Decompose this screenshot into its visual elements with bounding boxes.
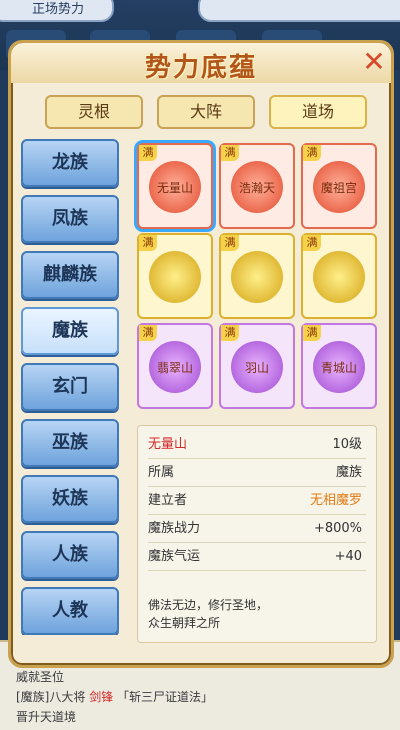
tab-bar: 灵根 大阵 道场 <box>45 95 367 129</box>
log-highlight: 剑锋 <box>89 690 114 704</box>
log-rest: 「斩三尸证道法」 <box>117 690 214 704</box>
max-badge: 满 <box>221 235 239 251</box>
daochang-grid: 满 无量山 满 浩瀚天 满 魔祖宫 满 满 满 满 翡翠山 满 羽山 满 青城山 <box>133 139 377 419</box>
tab-daochang[interactable]: 道场 <box>269 95 367 129</box>
detail-value: +800% <box>313 521 362 536</box>
detail-row-belong: 所属 魔族 <box>148 460 366 487</box>
card-name: 浩瀚天 <box>238 181 275 195</box>
emblem-icon <box>313 251 365 303</box>
detail-row-luck: 魔族气运 +40 <box>148 544 366 571</box>
clan-item[interactable]: 凤族 <box>21 195 119 243</box>
max-badge: 满 <box>303 145 321 161</box>
max-badge: 满 <box>303 325 321 341</box>
detail-value: +40 <box>334 549 362 564</box>
detail-header-row: 无量山 10级 <box>148 432 366 459</box>
card-name: 青城山 <box>320 361 357 375</box>
description-line: 佛法无边，修行圣地， <box>148 598 269 612</box>
emblem-icon <box>231 251 283 303</box>
panel-title: 势力底蕴 <box>144 53 257 83</box>
clan-item[interactable]: 人族 <box>21 531 119 579</box>
max-badge: 满 <box>221 325 239 341</box>
log-clan: [魔族]八大将 <box>16 690 86 704</box>
detail-label: 所属 <box>148 465 175 480</box>
daochang-card[interactable]: 满 翡翠山 <box>137 323 213 409</box>
panel-header: 势力底蕴 ✕ <box>11 43 391 83</box>
description-line: 众生朝拜之所 <box>148 616 221 630</box>
clan-item[interactable]: 妖族 <box>21 475 119 523</box>
clan-item[interactable]: 龙族 <box>21 139 119 187</box>
faction-heritage-panel: 势力底蕴 ✕ 灵根 大阵 道场 龙族 凤族 麒麟族 魔族 玄门 巫族 妖族 人族… <box>8 40 394 668</box>
top-pill: 正场势力 <box>0 0 114 22</box>
max-badge: 满 <box>139 325 157 341</box>
top-pill-text: 正场势力 <box>32 2 85 17</box>
top-pill-icons <box>198 0 400 22</box>
detail-description: 佛法无边，修行圣地， 众生朝拜之所 <box>148 596 366 632</box>
close-icon[interactable]: ✕ <box>361 48 387 76</box>
detail-level: 10级 <box>332 437 362 452</box>
log-line: 威就圣位 <box>16 670 65 684</box>
daochang-card[interactable]: 满 <box>137 233 213 319</box>
max-badge: 满 <box>303 235 321 251</box>
emblem-icon <box>149 251 201 303</box>
clan-item[interactable]: 麒麟族 <box>21 251 119 299</box>
detail-value: 魔族 <box>335 465 362 480</box>
clan-item[interactable]: 人教 <box>21 587 119 635</box>
daochang-card[interactable]: 满 浩瀚天 <box>219 143 295 229</box>
daochang-card[interactable]: 满 羽山 <box>219 323 295 409</box>
detail-label: 魔族战力 <box>148 521 201 536</box>
max-badge: 满 <box>139 145 157 161</box>
daochang-card[interactable]: 满 <box>301 233 377 319</box>
daochang-card[interactable]: 满 青城山 <box>301 323 377 409</box>
clan-list[interactable]: 龙族 凤族 麒麟族 魔族 玄门 巫族 妖族 人族 人教 <box>21 139 121 635</box>
clan-item-selected[interactable]: 魔族 <box>21 307 119 355</box>
tab-dazhen[interactable]: 大阵 <box>157 95 255 129</box>
detail-row-founder: 建立者 无相魔罗 <box>148 488 366 515</box>
log-line: [魔族]八大将 剑锋 「斩三尸证道法」 <box>16 688 213 705</box>
max-badge: 满 <box>139 235 157 251</box>
clan-item[interactable]: 玄门 <box>21 363 119 411</box>
daochang-card[interactable]: 满 魔祖宫 <box>301 143 377 229</box>
card-name: 羽山 <box>244 361 269 375</box>
detail-label: 魔族气运 <box>148 549 201 564</box>
detail-name: 无量山 <box>148 437 188 452</box>
card-name: 翡翠山 <box>156 361 193 375</box>
detail-value: 无相魔罗 <box>309 493 362 508</box>
daochang-details: 无量山 10级 所属 魔族 建立者 无相魔罗 魔族战力 +800% 魔族气运 +… <box>137 425 377 643</box>
daochang-card[interactable]: 满 <box>219 233 295 319</box>
detail-row-power: 魔族战力 +800% <box>148 516 366 543</box>
detail-label: 建立者 <box>148 493 188 508</box>
log-line: 晋升天道境 <box>16 710 77 724</box>
card-name: 魔祖宫 <box>320 181 357 195</box>
max-badge: 满 <box>221 145 239 161</box>
clan-item[interactable]: 巫族 <box>21 419 119 467</box>
tab-lingen[interactable]: 灵根 <box>45 95 143 129</box>
card-name: 无量山 <box>156 181 193 195</box>
daochang-card[interactable]: 满 无量山 <box>137 143 213 229</box>
